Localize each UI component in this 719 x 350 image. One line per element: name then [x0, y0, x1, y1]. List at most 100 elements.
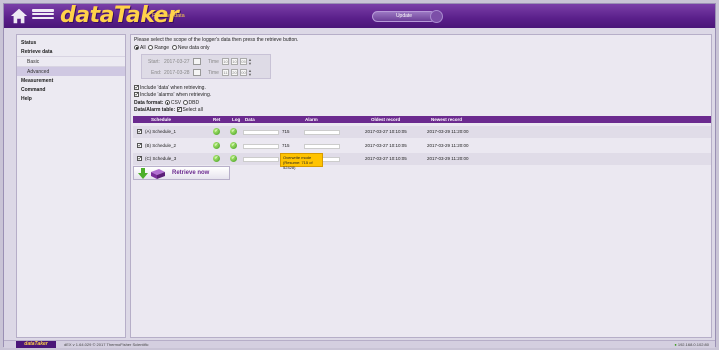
overwrite-tooltip: Overwrite mode (Resume: 715 of 52428): [280, 153, 323, 170]
table-row: (A) Schedule_1 ✓ ✓ 715 2017-03-27 10:10:…: [133, 126, 711, 138]
include-alarms-checkbox[interactable]: [134, 91, 140, 98]
footer-bar: dataTaker dEX v 1.64.029 © 2017 ThermoFi…: [4, 340, 715, 348]
tooltip-line-2: (Resume: 715 of 52428): [283, 160, 313, 170]
include-data-option: Include 'data' when retrieving.: [134, 84, 206, 91]
end-hour-field[interactable]: 11: [222, 69, 229, 76]
row-oldest: 2017-03-27 10:10:05: [365, 156, 407, 161]
table-label: Data/Alarm table:: [134, 107, 176, 113]
log-ok-icon: ✓: [230, 128, 237, 135]
col-oldest: Oldest record: [371, 117, 401, 122]
ret-ok-icon: ✓: [213, 142, 220, 149]
retrieve-download-icon: [138, 168, 165, 179]
start-minute-field[interactable]: 10: [231, 58, 238, 65]
log-ok-icon: ✓: [230, 142, 237, 149]
table-row: (C) Schedule_3 ✓ ✓ 2017-03-27 10:10:05 2…: [133, 153, 711, 165]
row-count: 715: [282, 143, 290, 148]
start-second-field[interactable]: 05: [240, 58, 247, 65]
scope-options: All Range New data only: [134, 45, 210, 51]
footer-version: dEX v 1.64.029 © 2017 ThermoFisher Scien…: [64, 342, 149, 347]
sidebar-item-measurement[interactable]: Measurement: [17, 76, 125, 85]
start-spinner-icon[interactable]: ▲ ▼: [248, 58, 252, 66]
sidebar-item-command[interactable]: Command: [17, 85, 125, 94]
start-date[interactable]: 2017-03-27: [164, 59, 190, 65]
ret-ok-icon: ✓: [213, 155, 220, 162]
table-row: (B) Schedule_2 ✓ ✓ 715 2017-03-27 10:10:…: [133, 140, 711, 152]
start-row: Start: 2017-03-27 Time 10 10 05 ▲ ▼: [142, 57, 272, 67]
footer-ip-text: 192.168.0.102:80: [677, 342, 709, 347]
row-oldest: 2017-03-27 10:10:05: [365, 129, 407, 134]
data-format-row: Data format: CSV DBD: [134, 100, 199, 106]
format-csv-radio[interactable]: [164, 100, 170, 106]
row-c-checkbox[interactable]: [137, 155, 143, 162]
sidebar-item-retrieve-data[interactable]: Retrieve data: [17, 47, 125, 56]
alarm-progress-bar: [304, 129, 340, 135]
sidebar-item-help[interactable]: Help: [17, 94, 125, 103]
start-time-label: Time: [208, 59, 219, 65]
main-panel: Please select the scope of the logger's …: [130, 34, 712, 338]
end-minute-field[interactable]: 20: [231, 69, 238, 76]
date-range-box: Start: 2017-03-27 Time 10 10 05 ▲ ▼ End: …: [141, 54, 271, 79]
sidebar-item-status[interactable]: Status: [17, 38, 125, 47]
row-newest: 2017-03-29 11:20:00: [427, 143, 469, 148]
end-second-field[interactable]: 00: [240, 69, 247, 76]
col-alarm: Alarm: [305, 117, 318, 122]
include-data-label: Include 'data' when retrieving.: [140, 85, 206, 91]
format-dbd-label: DBD: [188, 100, 200, 106]
row-newest: 2017-03-29 11:20:00: [427, 129, 469, 134]
format-dbd-radio[interactable]: [182, 100, 188, 106]
scope-all-label: All: [140, 45, 146, 51]
col-newest: Newest record: [431, 117, 463, 122]
footer-logo: dataTaker: [16, 341, 56, 348]
sidebar: Status Retrieve data Basic Advanced Meas…: [16, 34, 126, 338]
scope-new-label: New data only: [177, 45, 210, 51]
sidebar-item-advanced[interactable]: Advanced: [17, 66, 125, 76]
row-schedule: (C) Schedule_3: [145, 156, 177, 161]
row-a-checkbox[interactable]: [137, 128, 143, 135]
sidebar-item-basic[interactable]: Basic: [17, 56, 125, 66]
col-log: Log: [232, 117, 241, 122]
menu-icon[interactable]: [32, 9, 54, 23]
row-schedule: (B) Schedule_2: [145, 143, 177, 148]
start-calendar-icon[interactable]: [193, 58, 201, 65]
scope-range-radio[interactable]: [148, 45, 154, 51]
retrieve-now-button[interactable]: Retrieve now: [133, 166, 230, 180]
end-row: End: 2017-03-28 Time 11 20 00 ▲ ▼: [142, 68, 272, 78]
row-b-checkbox[interactable]: [137, 142, 143, 149]
home-icon[interactable]: [10, 7, 28, 25]
data-progress-bar: [243, 129, 279, 135]
col-schedule: Schedule: [151, 117, 172, 122]
select-all-checkbox[interactable]: [176, 106, 182, 113]
start-label: Start:: [148, 59, 160, 65]
include-alarms-option: Include 'alarms' when retrieving.: [134, 91, 212, 98]
log-ok-icon: ✓: [230, 155, 237, 162]
start-hour-field[interactable]: 10: [222, 58, 229, 65]
row-newest: 2017-03-29 11:20:00: [427, 156, 469, 161]
data-progress-bar: [243, 143, 279, 149]
end-label: End:: [151, 70, 162, 76]
alarm-progress-bar: [304, 143, 340, 149]
scope-all-radio[interactable]: [134, 45, 139, 51]
end-date[interactable]: 2017-03-28: [164, 70, 190, 76]
scope-new-radio[interactable]: [171, 45, 177, 51]
header-bar: dataTaker Retrieve data Update: [4, 3, 715, 28]
row-schedule: (A) Schedule_1: [145, 129, 177, 134]
update-button[interactable]: Update: [372, 11, 436, 22]
footer-ip: ● 192.168.0.102:80: [674, 341, 709, 348]
table-header: Schedule Ret Log Data Alarm Oldest recor…: [133, 116, 711, 123]
select-all-label: Select all: [182, 107, 203, 113]
end-time-label: Time: [208, 70, 219, 76]
row-oldest: 2017-03-27 10:10:05: [365, 143, 407, 148]
include-data-checkbox[interactable]: [134, 84, 140, 91]
end-calendar-icon[interactable]: [193, 69, 201, 76]
connection-status-icon: ●: [674, 342, 677, 347]
data-format-label: Data format:: [134, 100, 164, 106]
page-subtitle: Retrieve data: [152, 13, 185, 19]
row-count: 715: [282, 129, 290, 134]
end-spinner-icon[interactable]: ▲ ▼: [248, 69, 252, 77]
update-indicator-icon[interactable]: [430, 10, 443, 23]
table-select-row: Data/Alarm table: Select all: [134, 106, 203, 113]
retrieve-now-label: Retrieve now: [172, 170, 210, 176]
scope-range-label: Range: [154, 45, 170, 51]
app-frame: dataTaker Retrieve data Update Status Re…: [3, 3, 716, 348]
include-alarms-label: Include 'alarms' when retrieving.: [140, 92, 212, 98]
